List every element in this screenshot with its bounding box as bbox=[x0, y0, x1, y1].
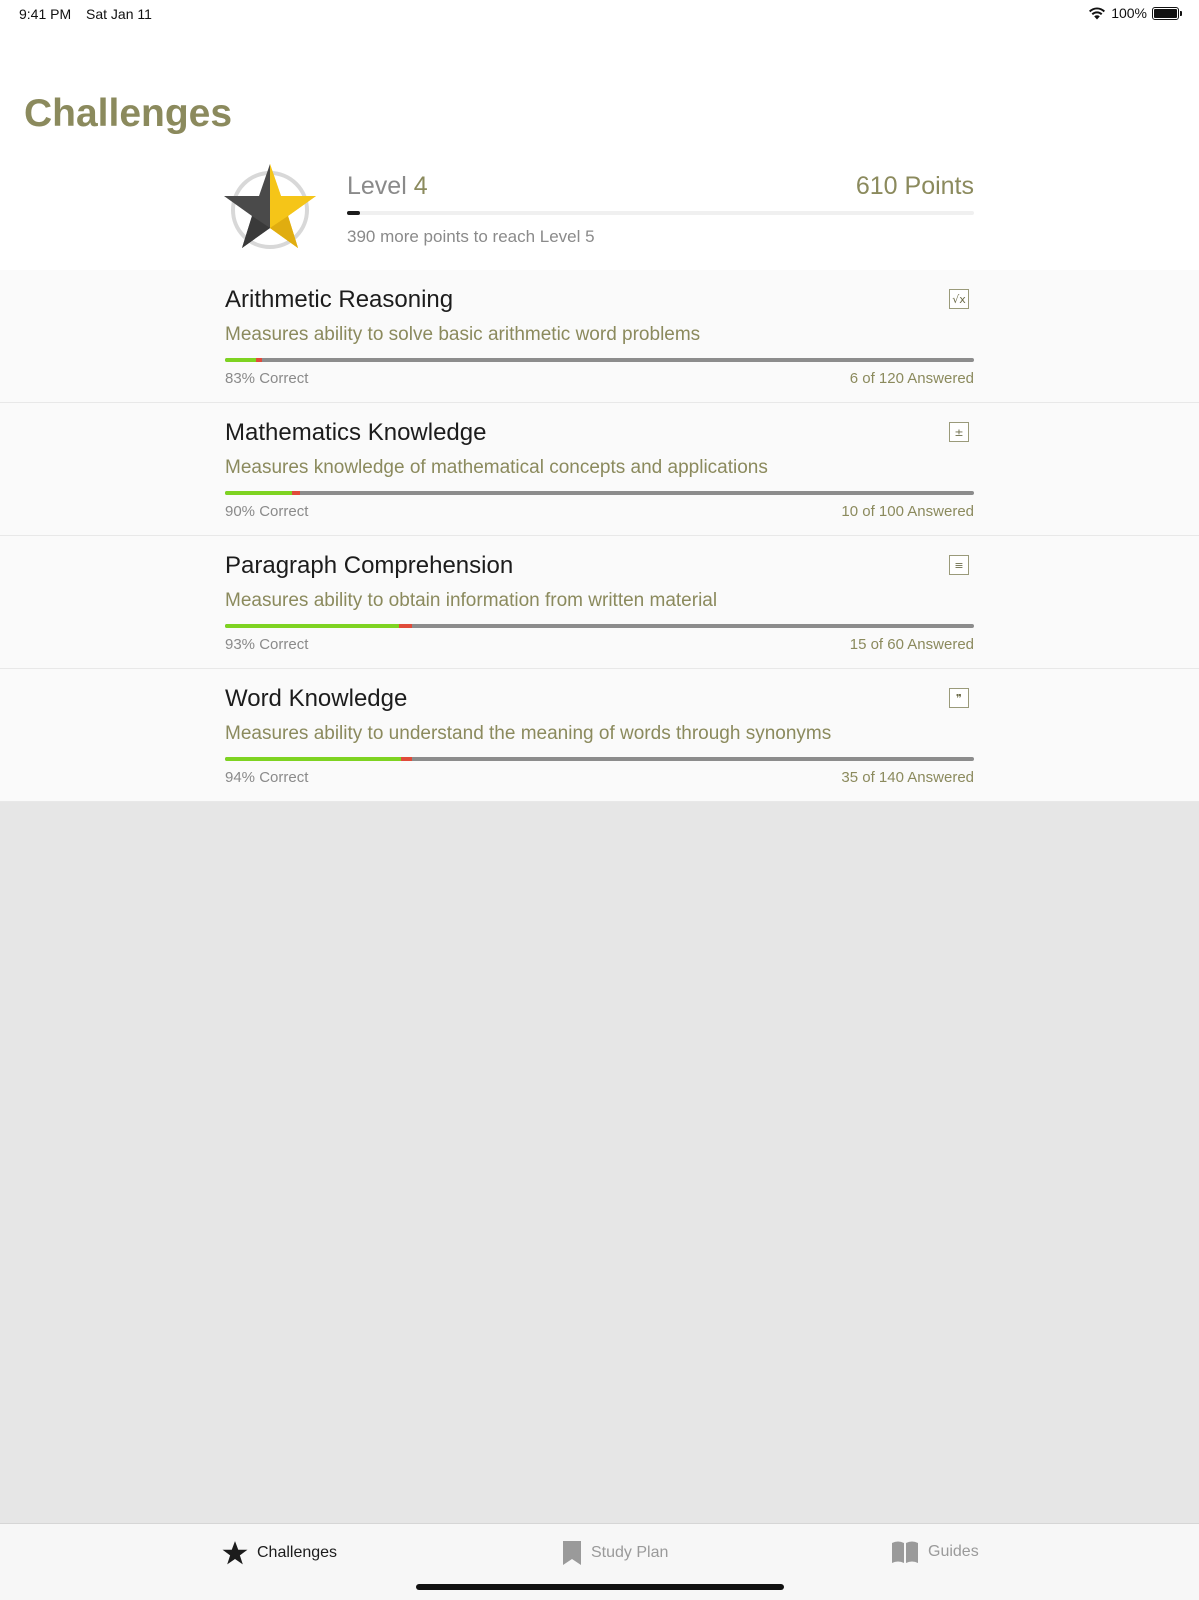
challenge-progress-bar bbox=[225, 491, 974, 495]
challenge-description: Measures knowledge of mathematical conce… bbox=[225, 457, 768, 478]
home-indicator bbox=[416, 1584, 784, 1590]
challenge-row[interactable]: Word Knowledge Measures ability to under… bbox=[0, 669, 1199, 802]
progress-incorrect bbox=[292, 491, 300, 495]
tab-label: Guides bbox=[928, 1543, 979, 1560]
level-progress-fill bbox=[347, 211, 360, 215]
progress-correct bbox=[225, 491, 293, 495]
challenge-title: Mathematics Knowledge bbox=[225, 419, 487, 446]
challenge-title: Paragraph Comprehension bbox=[225, 552, 514, 579]
status-indicators: 100% bbox=[1088, 5, 1182, 21]
quote-icon: ❞ bbox=[949, 688, 969, 708]
tab-study-plan[interactable]: Study Plan bbox=[562, 1540, 668, 1566]
progress-correct bbox=[225, 358, 257, 362]
status-bar: 9:41 PM Sat Jan 11 100% bbox=[0, 0, 1199, 28]
level-panel[interactable]: Level 4 610 Points 390 more points to re… bbox=[224, 162, 974, 262]
points-value: 610 bbox=[855, 172, 898, 200]
challenge-description: Measures ability to solve basic arithmet… bbox=[225, 324, 701, 345]
challenge-correct: 93% Correct bbox=[225, 636, 309, 653]
answered-count: 6 of 120 bbox=[849, 370, 904, 387]
challenge-answered: 35 of 140 Answered bbox=[841, 769, 974, 786]
progress-incorrect bbox=[256, 358, 263, 362]
challenge-answered: 10 of 100 Answered bbox=[841, 503, 974, 520]
page-title: Challenges bbox=[24, 92, 233, 135]
level-number: 4 bbox=[413, 172, 428, 200]
answered-label: Answered bbox=[907, 636, 974, 653]
challenge-description: Measures ability to understand the meani… bbox=[225, 723, 832, 744]
answered-count: 15 of 60 bbox=[849, 636, 904, 653]
level-word: Level bbox=[347, 172, 407, 200]
challenge-progress-bar bbox=[225, 624, 974, 628]
wifi-icon bbox=[1089, 7, 1106, 20]
challenge-list: Arithmetic Reasoning Measures ability to… bbox=[0, 270, 1199, 802]
star-icon bbox=[222, 1541, 248, 1565]
answered-count: 10 of 100 bbox=[841, 503, 904, 520]
answered-label: Answered bbox=[907, 503, 974, 520]
level-star-icon bbox=[224, 164, 316, 249]
challenge-row[interactable]: Mathematics Knowledge Measures knowledge… bbox=[0, 403, 1199, 536]
challenge-correct: 90% Correct bbox=[225, 503, 309, 520]
points-label: 610 Points bbox=[856, 172, 974, 201]
square-root-icon: √x bbox=[949, 289, 969, 309]
level-label: Level 4 bbox=[347, 172, 428, 201]
bookmark-icon bbox=[563, 1541, 581, 1565]
progress-correct bbox=[225, 757, 401, 761]
challenge-progress-bar bbox=[225, 358, 974, 362]
challenge-progress-bar bbox=[225, 757, 974, 761]
challenge-answered: 6 of 120 Answered bbox=[850, 370, 974, 387]
status-date: Sat Jan 11 bbox=[86, 6, 152, 22]
answered-count: 35 of 140 bbox=[841, 769, 904, 786]
challenge-description: Measures ability to obtain information f… bbox=[225, 590, 718, 611]
challenge-title: Arithmetic Reasoning bbox=[225, 286, 454, 313]
answered-label: Answered bbox=[907, 769, 974, 786]
level-subtitle: 390 more points to reach Level 5 bbox=[347, 227, 595, 246]
tab-label: Study Plan bbox=[591, 1544, 669, 1561]
challenge-title: Word Knowledge bbox=[225, 685, 408, 712]
tab-challenges[interactable]: Challenges bbox=[222, 1540, 337, 1566]
challenge-correct: 83% Correct bbox=[225, 370, 309, 387]
progress-incorrect bbox=[401, 757, 413, 761]
battery-percent: 100% bbox=[1111, 5, 1147, 21]
progress-incorrect bbox=[399, 624, 413, 628]
progress-correct bbox=[225, 624, 400, 628]
tab-guides[interactable]: Guides bbox=[891, 1540, 979, 1564]
tab-label: Challenges bbox=[257, 1544, 338, 1561]
challenge-row[interactable]: Paragraph Comprehension Measures ability… bbox=[0, 536, 1199, 669]
book-icon bbox=[892, 1541, 918, 1563]
calculator-icon: ± bbox=[949, 422, 969, 442]
level-progress-bar bbox=[347, 211, 974, 215]
challenge-correct: 94% Correct bbox=[225, 769, 309, 786]
challenge-row[interactable]: Arithmetic Reasoning Measures ability to… bbox=[0, 270, 1199, 403]
challenge-answered: 15 of 60 Answered bbox=[850, 636, 974, 653]
points-word: Points bbox=[904, 172, 974, 200]
answered-label: Answered bbox=[907, 370, 974, 387]
paragraph-icon: ≡ bbox=[949, 555, 969, 575]
status-time: 9:41 PM bbox=[19, 6, 72, 22]
battery-icon bbox=[1152, 6, 1182, 20]
